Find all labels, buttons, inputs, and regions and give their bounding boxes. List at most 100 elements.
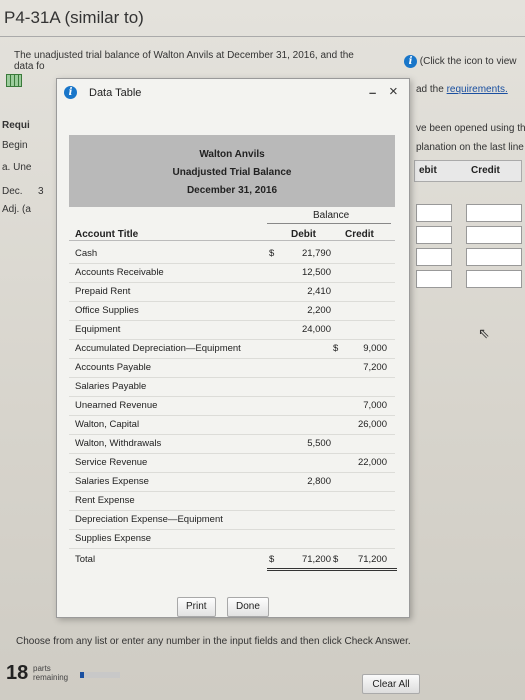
table-row: Unearned Revenue 7,000 <box>69 397 395 416</box>
statement-name: Unadjusted Trial Balance <box>172 167 292 178</box>
debit-amount: 2,410 <box>307 286 331 297</box>
bg-input-box[interactable] <box>466 204 522 222</box>
balance-rule <box>267 223 391 224</box>
info-icon: i <box>64 86 77 99</box>
bg-input-box[interactable] <box>466 226 522 244</box>
bg-input-box[interactable] <box>416 226 452 244</box>
read-requirements: ad the requirements. <box>416 84 508 95</box>
trial-balance-header: Walton Anvils Unadjusted Trial Balance D… <box>69 135 395 207</box>
account-title: Accumulated Depreciation—Equipment <box>75 343 241 354</box>
done-button[interactable]: Done <box>227 597 269 617</box>
credit-amount: 9,000 <box>363 343 387 354</box>
credit-amount: 26,000 <box>357 419 387 430</box>
parts-remaining-count: 18 <box>6 662 29 684</box>
account-title: Depreciation Expense—Equipment <box>75 514 223 525</box>
account-title: Rent Expense <box>75 495 135 506</box>
bg-input-box[interactable] <box>466 248 522 266</box>
table-row: Depreciation Expense—Equipment <box>69 511 395 530</box>
table-row: Service Revenue 22,000 <box>69 454 395 473</box>
info-icon[interactable]: i <box>404 55 417 68</box>
credit-amount: 22,000 <box>357 457 387 468</box>
account-title: Walton, Withdrawals <box>75 438 162 449</box>
side-adj-label: Adj. (a <box>2 204 31 215</box>
table-row: Salaries Expense 2,800 <box>69 473 395 492</box>
balance-header: Balance <box>313 210 350 221</box>
account-title: Salaries Payable <box>75 381 147 392</box>
modal-header: i Data Table – × <box>57 79 409 103</box>
table-row: Salaries Payable <box>69 378 395 397</box>
account-title: Prepaid Rent <box>75 286 131 297</box>
account-title: Cash <box>75 248 98 259</box>
title-divider <box>0 36 525 37</box>
bg-input-box[interactable] <box>416 248 452 266</box>
progress-fill <box>80 672 84 678</box>
question-text-line2: data fo <box>14 61 45 72</box>
total-credit-double-underline <box>331 568 397 571</box>
statement-date: December 31, 2016 <box>186 185 278 196</box>
credit-header: Credit <box>345 229 374 240</box>
bg-input-box[interactable] <box>416 204 452 222</box>
table-row: Accumulated Depreciation—Equipment $9,000 <box>69 340 395 359</box>
mouse-cursor-icon: ⇖ <box>478 325 490 341</box>
table-row: Supplies Expense <box>69 530 395 549</box>
bg-debit-label: ebit <box>419 165 437 176</box>
side-num: 3 <box>38 186 44 197</box>
click-icon-hint[interactable]: i (Click the icon to view <box>404 55 516 68</box>
debit-currency: $ <box>269 248 275 259</box>
bg-input-box[interactable] <box>416 270 452 288</box>
account-title: Service Revenue <box>75 457 148 468</box>
problem-title: P4-31A (similar to) <box>4 8 144 27</box>
debit-header: Debit <box>291 229 316 240</box>
table-row: Accounts Payable 7,200 <box>69 359 395 378</box>
account-title: Salaries Expense <box>75 476 149 487</box>
account-title-header: Account Title <box>75 229 139 240</box>
total-label: Total <box>75 554 96 565</box>
explanation-text: planation on the last line <box>416 142 524 153</box>
table-row: Office Supplies 2,200 <box>69 302 395 321</box>
credit-amount: 7,000 <box>363 400 387 411</box>
table-row: Accounts Receivable 12,500 <box>69 264 395 283</box>
requirements-link[interactable]: requirements. <box>447 84 508 95</box>
total-debit-double-underline <box>267 568 333 571</box>
data-table-grid-icon[interactable] <box>6 74 22 87</box>
bg-input-box[interactable] <box>466 270 522 288</box>
modal-title: Data Table <box>89 87 142 99</box>
account-title: Accounts Receivable <box>75 267 164 278</box>
credit-amount: 7,200 <box>363 362 387 373</box>
table-row: Walton, Withdrawals 5,500 <box>69 435 395 454</box>
opened-text: ve been opened using th <box>416 123 525 134</box>
minimize-icon[interactable]: – <box>369 85 376 100</box>
debit-amount: 24,000 <box>301 324 331 335</box>
debit-amount: 2,200 <box>307 305 331 316</box>
account-title: Walton, Capital <box>75 419 140 430</box>
table-row: Walton, Capital 26,000 <box>69 416 395 435</box>
parts-remaining-label: parts remaining <box>33 664 69 682</box>
print-button[interactable]: Print <box>177 597 216 617</box>
progress-bar <box>80 672 120 678</box>
table-row: Cash $21,790 <box>69 245 395 264</box>
total-row: Total $ 71,200 $ 71,200 <box>69 551 397 571</box>
side-begin-label: Begin <box>2 140 28 151</box>
side-une-label: a. Une <box>2 162 32 173</box>
instruction-text: Choose from any list or enter any number… <box>16 636 411 647</box>
total-debit-currency: $ <box>269 554 275 565</box>
close-icon[interactable]: × <box>389 83 398 100</box>
debit-amount: 2,800 <box>307 476 331 487</box>
table-row: Prepaid Rent 2,410 <box>69 283 395 302</box>
table-row: Equipment 24,000 <box>69 321 395 340</box>
account-title: Office Supplies <box>75 305 139 316</box>
debit-amount: 5,500 <box>307 438 331 449</box>
account-title: Accounts Payable <box>75 362 152 373</box>
account-title: Supplies Expense <box>75 533 152 544</box>
table-row: Rent Expense <box>69 492 395 511</box>
side-requirement-label: Requi <box>2 120 30 131</box>
company-name: Walton Anvils <box>199 149 265 160</box>
bg-table-header: ebit Credit <box>414 160 522 182</box>
header-divider <box>69 240 395 241</box>
question-text-line1: The unadjusted trial balance of Walton A… <box>14 50 354 61</box>
debit-amount: 21,790 <box>301 248 331 259</box>
clear-all-button[interactable]: Clear All <box>362 674 420 694</box>
bg-credit-label: Credit <box>471 165 500 176</box>
total-debit: 71,200 <box>301 554 331 565</box>
side-dec-label: Dec. <box>2 186 23 197</box>
